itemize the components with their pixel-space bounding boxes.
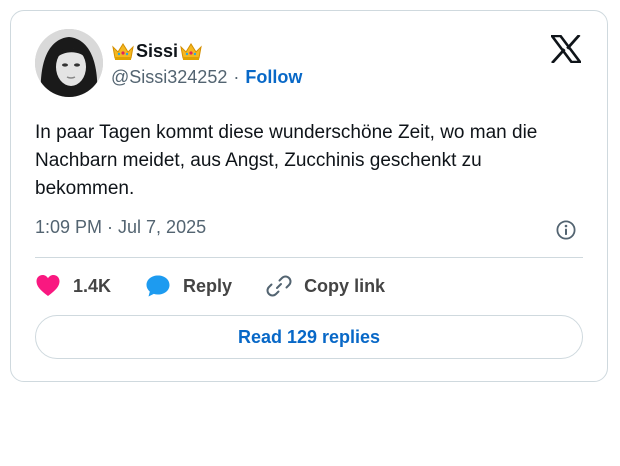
crown-icon [112, 43, 134, 60]
author-block: Sissi @Sissi324252 · Follow [111, 39, 302, 88]
x-logo-icon[interactable] [551, 35, 581, 63]
copy-link-label: Copy link [304, 275, 386, 296]
tweet-text: In paar Tagen kommt diese wunderschöne Z… [35, 122, 538, 199]
read-replies-button[interactable]: Read 129 replies [35, 315, 583, 359]
separator: · [233, 67, 240, 87]
info-icon[interactable] [555, 219, 577, 241]
like-button[interactable]: 1.4K [35, 273, 111, 299]
display-name-row[interactable]: Sissi [111, 39, 302, 63]
display-name: Sissi [136, 40, 179, 61]
reply-button[interactable]: Reply [145, 273, 232, 299]
timestamp[interactable]: 1:09 PM · Jul 7, 2025 [35, 217, 206, 238]
like-count: 1.4K [73, 275, 112, 296]
divider [35, 257, 583, 258]
tweet-card: Sissi @Sissi324252 · Follow In paar Tage… [10, 10, 608, 382]
follow-button[interactable]: Follow [245, 67, 302, 88]
copy-link-button[interactable]: Copy link [266, 273, 385, 299]
action-bar: 1.4K Reply Copy link [35, 273, 419, 299]
speech-bubble-icon [146, 275, 170, 297]
reply-label: Reply [183, 275, 233, 296]
crown-icon [180, 43, 202, 60]
avatar[interactable] [35, 29, 103, 97]
link-icon [266, 275, 292, 297]
heart-icon [36, 275, 60, 296]
user-handle[interactable]: @Sissi324252 [111, 67, 227, 88]
